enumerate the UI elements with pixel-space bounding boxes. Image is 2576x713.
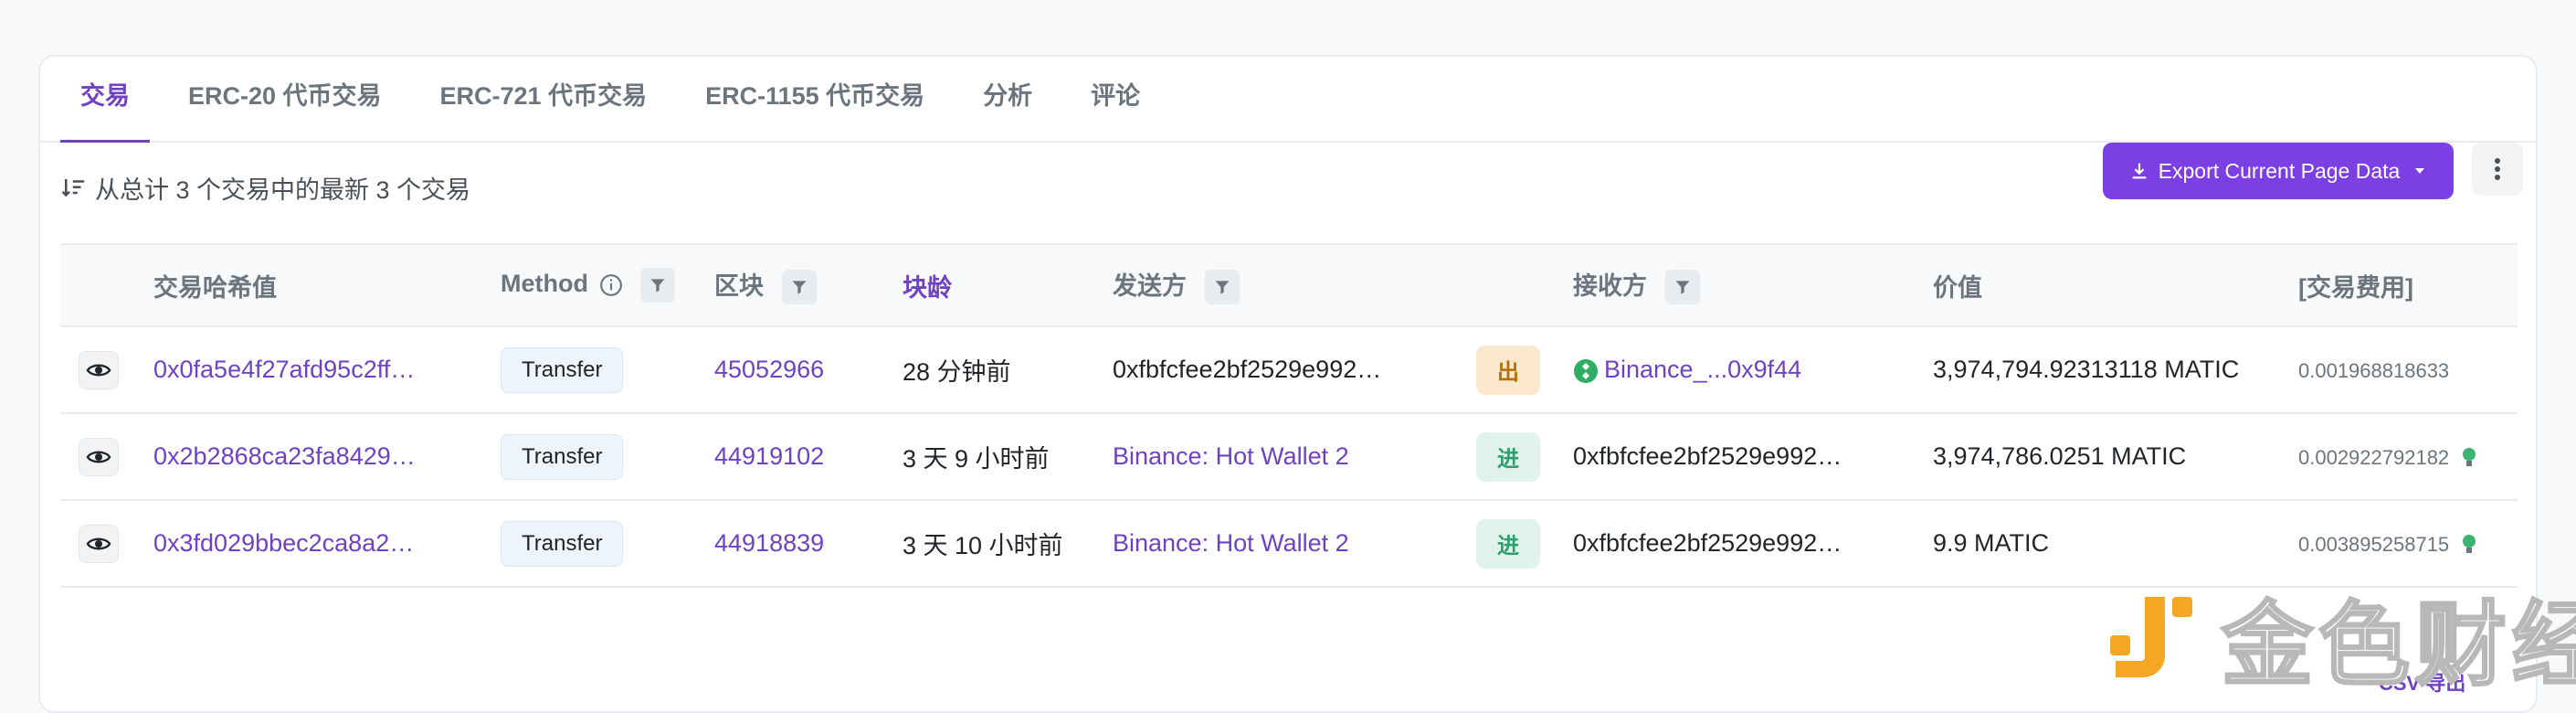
kebab-menu-icon [2495,158,2500,180]
transactions-summary: 从总计 3 个交易中的最新 3 个交易 [60,170,470,206]
watermark: 金色财经 [2110,570,2576,703]
header-age[interactable]: 块龄 [903,243,1113,327]
view-details-button[interactable] [79,350,119,389]
filter-icon [1215,281,1230,294]
header-hash: 交易哈希值 [153,243,501,327]
lightbulb-icon [2462,447,2476,466]
to-filter-button[interactable] [1664,270,1700,305]
block-link[interactable]: 44919102 [714,442,824,470]
tab-erc721[interactable]: ERC-721 代币交易 [420,76,668,141]
filter-icon [792,281,807,294]
table-header-row: 交易哈希值 Method 区块 块龄 发送方 接收方 价值 [交易费用] [60,243,2518,327]
direction-badge-out: 出 [1476,345,1540,395]
block-link[interactable]: 45052966 [714,356,824,383]
tx-value: 3,974,786.0251 MATIC [1933,442,2187,470]
direction-badge-in: 进 [1476,518,1540,569]
direction-badge-in: 进 [1476,431,1540,482]
watermark-text: 金色财经 [2221,591,2576,700]
method-badge: Transfer [501,520,624,567]
method-badge: Transfer [501,433,624,480]
from-address-link[interactable]: Binance: Hot Wallet 2 [1113,442,1349,470]
tx-fee: 0.003895258715 [2298,533,2450,556]
tab-analytics[interactable]: 分析 [963,76,1052,141]
filter-icon [1675,281,1690,294]
tab-erc20[interactable]: ERC-20 代币交易 [168,76,402,141]
lightbulb-icon [2462,534,2476,553]
to-address[interactable]: 0xfbfcfee2bf2529e992… [1573,442,1842,470]
filter-icon [650,279,665,293]
sort-desc-icon [61,178,85,197]
tx-hash-link[interactable]: 0x2b2868ca23fa8429… [153,442,416,470]
header-to: 接收方 [1573,243,1933,327]
chevron-down-icon [2415,168,2425,174]
download-icon [2132,163,2147,179]
header-fee: [交易费用] [2298,243,2518,327]
to-address[interactable]: 0xfbfcfee2bf2529e992… [1573,529,1842,557]
export-page-data-button[interactable]: Export Current Page Data [2103,143,2454,199]
view-details-button[interactable] [79,524,119,563]
tx-age: 3 天 9 小时前 [903,445,1050,473]
from-address-link[interactable]: Binance: Hot Wallet 2 [1113,529,1349,557]
eye-icon [86,451,111,463]
tx-hash-link[interactable]: 0x3fd029bbec2ca8a2… [153,529,414,557]
tx-age: 28 分钟前 [903,358,1011,386]
tab-transactions[interactable]: 交易 [60,76,150,143]
tx-age: 3 天 10 小时前 [903,532,1063,559]
table-row: 0x2b2868ca23fa8429… Transfer 44919102 3 … [60,413,2518,501]
view-details-button[interactable] [79,437,119,476]
summary-text: 从总计 3 个交易中的最新 3 个交易 [95,176,471,204]
block-link[interactable]: 44918839 [714,529,824,557]
jinse-logo-icon [2110,596,2192,677]
to-address-link[interactable]: Binance_...0x9f44 [1604,356,1801,383]
tx-fee: 0.001968818633 [2298,359,2450,382]
from-address[interactable]: 0xfbfcfee2bf2529e992… [1113,356,1381,383]
method-badge: Transfer [501,346,624,393]
table-row: 0x0fa5e4f27afd95c2ff… Transfer 45052966 … [60,326,2518,414]
transactions-table: 交易哈希值 Method 区块 块龄 发送方 接收方 价值 [交易费用] 0x0… [60,243,2518,588]
header-block: 区块 [714,243,903,327]
tx-fee: 0.002922792182 [2298,446,2450,469]
toolbar: 从总计 3 个交易中的最新 3 个交易 Export Current Page … [40,143,2536,250]
tx-value: 9.9 MATIC [1933,529,2050,557]
eye-icon [86,537,111,549]
header-value: 价值 [1933,243,2298,327]
tx-hash-link[interactable]: 0x0fa5e4f27afd95c2ff… [153,356,415,383]
info-icon[interactable] [599,273,623,297]
tab-erc1155[interactable]: ERC-1155 代币交易 [685,76,945,141]
from-filter-button[interactable] [1204,270,1240,305]
more-options-button[interactable] [2472,143,2523,196]
export-label: Export Current Page Data [2158,158,2401,183]
header-method: Method [501,243,714,327]
eye-icon [86,364,111,376]
header-direction [1476,243,1573,327]
header-eye [60,243,153,327]
block-filter-button[interactable] [781,270,817,305]
tx-value: 3,974,794.92313118 MATIC [1933,356,2240,383]
header-from: 发送方 [1113,243,1476,327]
method-filter-button[interactable] [640,268,676,303]
tab-comments[interactable]: 评论 [1071,76,1160,141]
binance-contract-icon [1574,358,1598,383]
tab-bar: 交易 ERC-20 代币交易 ERC-721 代币交易 ERC-1155 代币交… [40,57,2536,143]
